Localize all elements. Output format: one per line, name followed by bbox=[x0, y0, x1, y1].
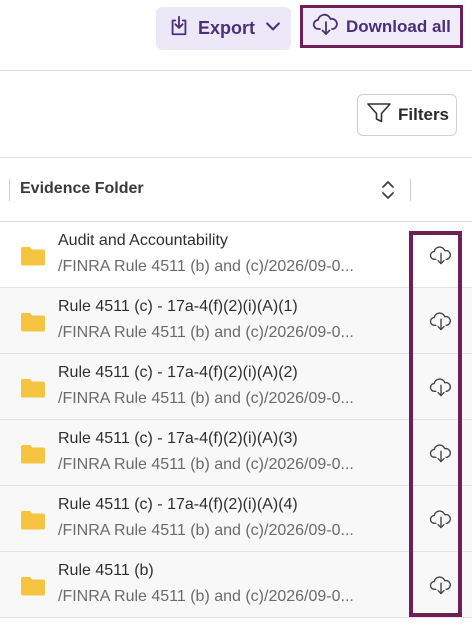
sort-icon[interactable] bbox=[379, 179, 397, 206]
filters-bar: Filters bbox=[0, 72, 472, 158]
export-label: Export bbox=[198, 18, 256, 38]
cloud-download-icon[interactable] bbox=[429, 508, 453, 535]
evidence-folder-list: Audit and Accountability /FINRA Rule 451… bbox=[0, 222, 472, 618]
evidence-folder-header: Evidence Folder bbox=[20, 180, 144, 197]
toolbar: Export Download all bbox=[0, 0, 472, 71]
cloud-download-icon[interactable] bbox=[429, 376, 453, 403]
folder-path: /FINRA Rule 4511 (b) and (c)/2026/09-0..… bbox=[58, 456, 354, 473]
folder-icon bbox=[20, 312, 46, 337]
cloud-download-icon bbox=[312, 12, 340, 41]
folder-path: /FINRA Rule 4511 (b) and (c)/2026/09-0..… bbox=[58, 390, 354, 407]
folder-name: Rule 4511 (c) - 17a-4(f)(2)(i)(A)(2) bbox=[58, 364, 298, 381]
folder-path: /FINRA Rule 4511 (b) and (c)/2026/09-0..… bbox=[58, 588, 354, 605]
download-all-label: Download all bbox=[346, 16, 451, 36]
folder-name: Audit and Accountability bbox=[58, 232, 228, 249]
cloud-download-icon[interactable] bbox=[429, 442, 453, 469]
folder-icon bbox=[20, 576, 46, 601]
folder-name: Rule 4511 (b) bbox=[58, 562, 154, 579]
folder-icon bbox=[20, 510, 46, 535]
folder-icon bbox=[20, 378, 46, 403]
table-row[interactable]: Rule 4511 (c) - 17a-4(f)(2)(i)(A)(4) /FI… bbox=[0, 486, 472, 552]
filters-label: Filters bbox=[398, 105, 450, 124]
cloud-download-icon[interactable] bbox=[429, 310, 453, 337]
table-row[interactable]: Audit and Accountability /FINRA Rule 451… bbox=[0, 222, 472, 288]
folder-name: Rule 4511 (c) - 17a-4(f)(2)(i)(A)(1) bbox=[58, 298, 298, 315]
table-row[interactable]: Rule 4511 (c) - 17a-4(f)(2)(i)(A)(3) /FI… bbox=[0, 420, 472, 486]
folder-name: Rule 4511 (c) - 17a-4(f)(2)(i)(A)(4) bbox=[58, 496, 298, 513]
filter-icon bbox=[366, 101, 392, 130]
folder-path: /FINRA Rule 4511 (b) and (c)/2026/09-0..… bbox=[58, 324, 354, 341]
chevron-down-icon bbox=[263, 16, 283, 41]
table-row[interactable]: Rule 4511 (c) - 17a-4(f)(2)(i)(A)(1) /FI… bbox=[0, 288, 472, 354]
column-divider bbox=[9, 179, 10, 201]
column-divider bbox=[410, 179, 411, 201]
export-button[interactable]: Export bbox=[156, 7, 291, 50]
table-header: Evidence Folder bbox=[0, 158, 472, 222]
folder-path: /FINRA Rule 4511 (b) and (c)/2026/09-0..… bbox=[58, 258, 354, 275]
folder-icon bbox=[20, 444, 46, 469]
cloud-download-icon[interactable] bbox=[429, 244, 453, 271]
export-icon bbox=[168, 15, 190, 42]
table-row[interactable]: Rule 4511 (c) - 17a-4(f)(2)(i)(A)(2) /FI… bbox=[0, 354, 472, 420]
folder-path: /FINRA Rule 4511 (b) and (c)/2026/09-0..… bbox=[58, 522, 354, 539]
folder-name: Rule 4511 (c) - 17a-4(f)(2)(i)(A)(3) bbox=[58, 430, 298, 447]
filters-button[interactable]: Filters bbox=[357, 94, 457, 136]
download-all-button[interactable]: Download all bbox=[300, 5, 463, 48]
table-row[interactable]: Rule 4511 (b) /FINRA Rule 4511 (b) and (… bbox=[0, 552, 472, 618]
folder-icon bbox=[20, 246, 46, 271]
cloud-download-icon[interactable] bbox=[429, 574, 453, 601]
